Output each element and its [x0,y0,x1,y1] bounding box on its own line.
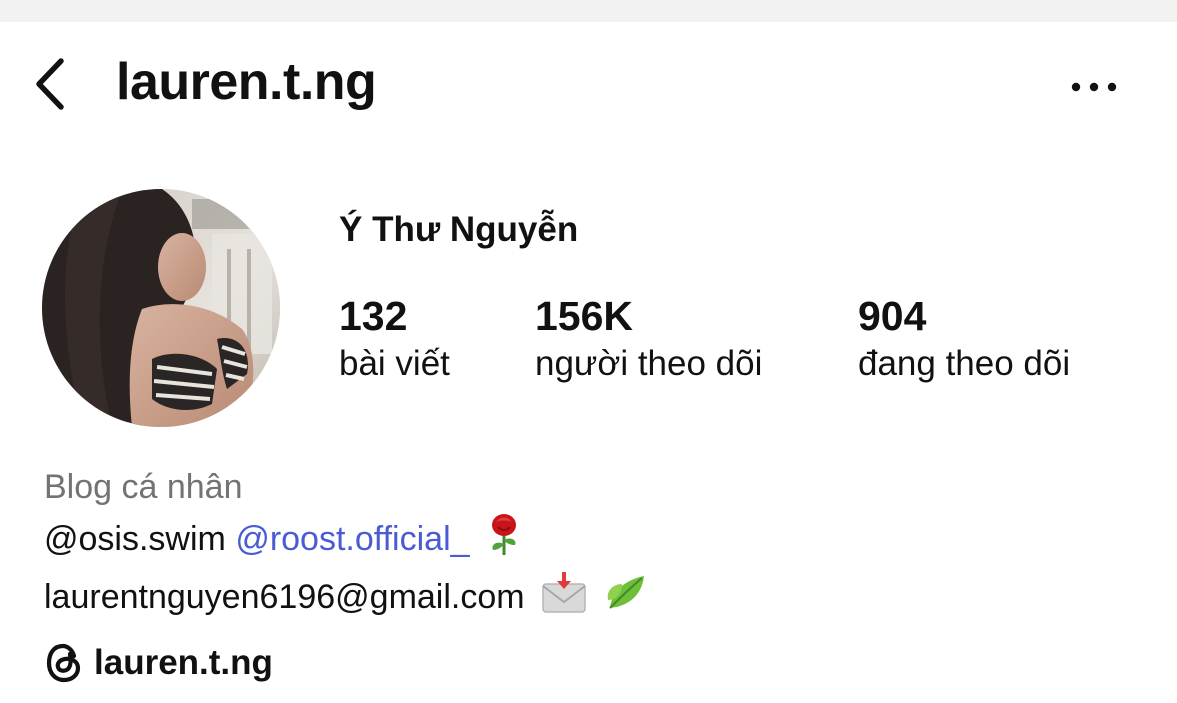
stat-followers[interactable]: 156K người theo dõi [535,292,762,388]
profile-avatar[interactable] [42,189,280,427]
stat-following[interactable]: 904 đang theo dõi [858,292,1070,388]
bio-email[interactable]: laurentnguyen6196@gmail.com [44,578,525,616]
followers-label: người theo dõi [535,344,763,383]
back-button[interactable] [28,56,72,112]
chevron-left-icon [36,58,64,110]
followers-count: 156K [535,293,634,339]
bio-mentions-line: @osis.swim @roost.official_ [44,512,648,570]
mention-roost-official[interactable]: @roost.official_ [235,520,469,558]
more-horizontal-icon [1071,82,1117,92]
following-label: đang theo dõi [858,344,1071,383]
posts-label: bài viết [339,344,450,383]
posts-count: 132 [339,293,408,339]
more-options-button[interactable] [1064,74,1124,100]
bio-category: Blog cá nhân [44,468,243,506]
profile-header: lauren.t.ng [0,22,1177,142]
threads-icon [46,643,81,683]
rose-emoji [485,512,523,570]
stat-posts[interactable]: 132 bài viết [339,292,450,388]
avatar-photo [42,189,280,427]
mention-osis-swim[interactable]: @osis.swim [44,520,226,558]
page-title: lauren.t.ng [116,53,377,111]
profile-bio: Blog cá nhân @osis.swim @roost.official_… [44,462,648,628]
incoming-envelope-emoji [540,570,588,628]
bio-email-line: laurentnguyen6196@gmail.com [44,570,648,628]
threads-link[interactable]: lauren.t.ng [44,642,273,684]
threads-handle: lauren.t.ng [94,643,273,682]
display-name: Ý Thư Nguyễn [339,210,579,249]
status-bar-strip [0,0,1177,22]
following-count: 904 [858,293,927,339]
leaves-emoji [604,570,648,628]
